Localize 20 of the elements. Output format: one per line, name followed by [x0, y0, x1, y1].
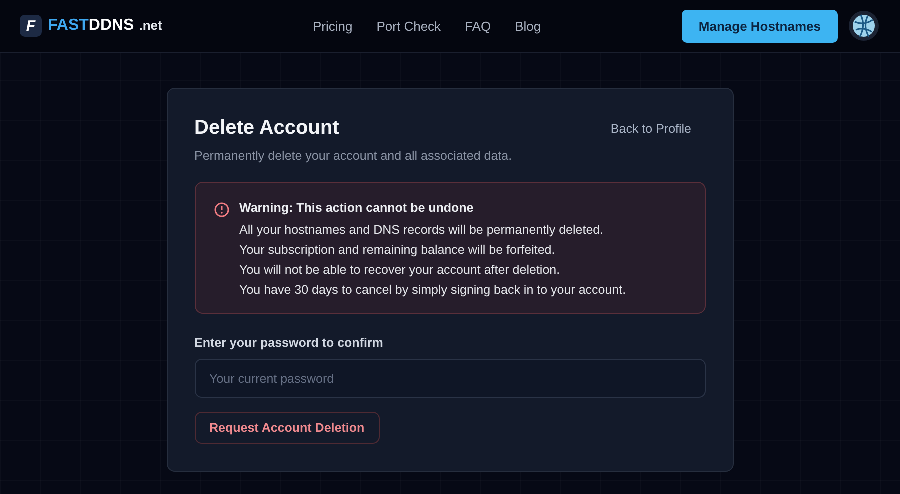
nav-link[interactable]: FAQ: [465, 18, 492, 34]
back-to-profile-link[interactable]: Back to Profile: [610, 122, 692, 136]
warning-text: Your subscription and remaining balance will be forfeited.: [240, 243, 556, 257]
password-field[interactable]: Your current password: [194, 359, 706, 398]
warning-text: You have 30 days to cancel by simply signing back in to your account.: [240, 283, 626, 297]
nav-link[interactable]: Blog: [515, 18, 542, 34]
manage-hostnames-button[interactable]: Manage Hostnames: [682, 10, 838, 42]
logo-mark: F: [20, 15, 42, 37]
warning-text: You will not be able to recover your account after deletion.: [240, 263, 562, 277]
page-subtitle: Permanently delete your account and all associated data.: [194, 149, 514, 163]
page-title: Delete Account: [194, 117, 340, 140]
alert-icon: [214, 202, 230, 218]
warning-title: Warning: This action cannot be undone: [240, 201, 475, 215]
warning-text: All your hostnames and DNS records will be permanently deleted.: [240, 223, 605, 237]
request-deletion-button[interactable]: Request Account Deletion: [194, 412, 380, 444]
globe-avatar-icon[interactable]: [848, 10, 880, 42]
password-label: Enter your password to confirm: [194, 336, 384, 350]
nav-link[interactable]: Pricing: [313, 18, 353, 34]
logo-text[interactable]: FASTDDNS .net: [48, 17, 162, 35]
nav-link[interactable]: Port Check: [376, 18, 442, 34]
